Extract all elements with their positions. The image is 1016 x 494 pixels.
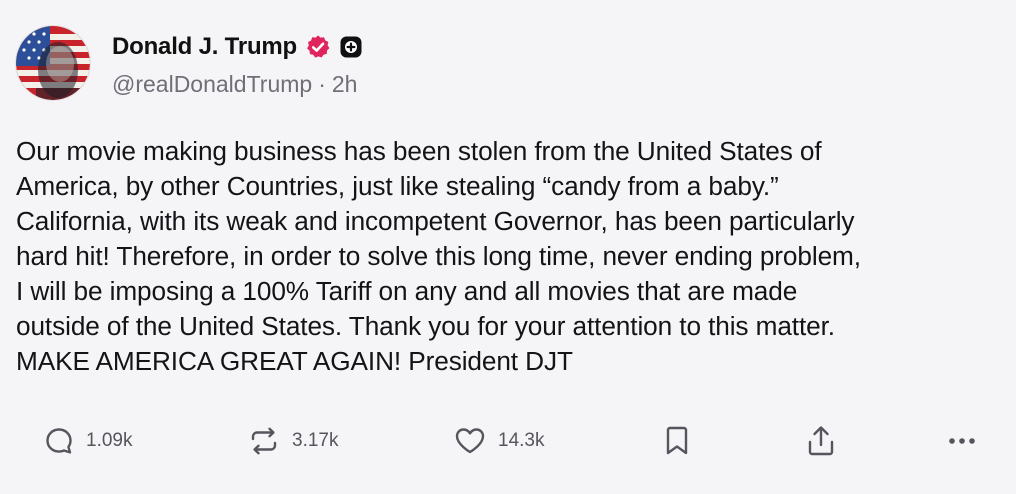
reply-count: 1.09k xyxy=(86,430,133,451)
reply-button[interactable]: 1.09k xyxy=(42,418,132,464)
more-icon xyxy=(944,424,980,458)
repost-button[interactable]: 3.17k xyxy=(246,418,338,464)
action-bar: 1.09k 3.17k 14.3k xyxy=(0,418,1016,464)
post-header: Donald J. Trump @realDonaldTrump · 2h xyxy=(16,24,363,102)
bookmark-button[interactable] xyxy=(662,418,692,464)
bookmark-icon xyxy=(662,423,692,459)
like-count: 14.3k xyxy=(498,430,545,451)
meta-row: @realDonaldTrump · 2h xyxy=(112,71,363,98)
share-button[interactable] xyxy=(804,418,838,464)
meta-separator: · xyxy=(318,70,326,97)
verified-badge-icon xyxy=(305,34,331,60)
like-button[interactable]: 14.3k xyxy=(452,418,544,464)
avatar[interactable] xyxy=(16,26,90,100)
post-card: Donald J. Trump @realDonaldTrump · 2h Ou… xyxy=(0,0,1016,494)
author-identity: Donald J. Trump @realDonaldTrump · 2h xyxy=(112,29,363,98)
share-icon xyxy=(804,423,838,459)
flag-portrait-avatar-icon xyxy=(16,26,90,100)
more-button[interactable] xyxy=(944,418,980,464)
repost-icon xyxy=(246,424,282,458)
repost-count: 3.17k xyxy=(292,430,339,451)
name-row: Donald J. Trump xyxy=(112,29,363,65)
reply-icon xyxy=(42,424,76,458)
post-timestamp[interactable]: 2h xyxy=(332,71,358,98)
author-display-name[interactable]: Donald J. Trump xyxy=(112,33,297,61)
author-handle[interactable]: @realDonaldTrump xyxy=(112,71,312,98)
post-body: Our movie making business has been stole… xyxy=(16,136,861,376)
heart-icon xyxy=(452,424,488,458)
plus-badge-icon xyxy=(339,35,363,59)
